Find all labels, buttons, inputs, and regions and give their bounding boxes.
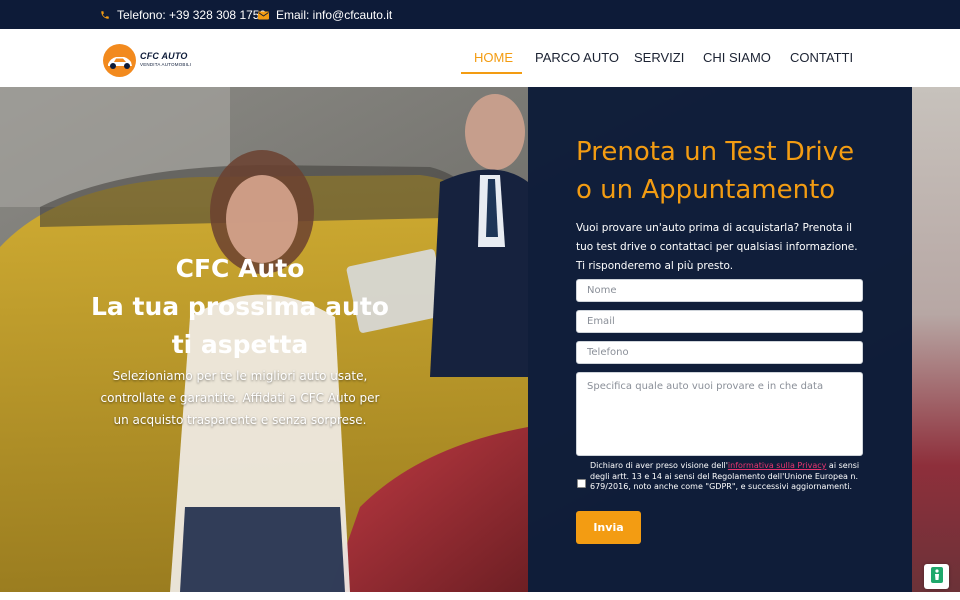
- hero-subtitle: Selezioniamo per te le migliori auto usa…: [100, 369, 380, 427]
- hero-section: CFC Auto La tua prossima auto ti aspetta…: [0, 87, 960, 592]
- logo-name: CFC AUTO: [140, 51, 188, 62]
- hero-title-line: La tua prossima auto: [91, 292, 389, 321]
- envelope-icon: [258, 11, 269, 20]
- form-title-line: Prenota un Test Drive: [576, 137, 855, 167]
- site-logo[interactable]: CFC AUTO VENDITA AUTOMOBILI: [103, 43, 193, 77]
- message-field[interactable]: [576, 372, 863, 456]
- nav-active-underline: [461, 72, 522, 74]
- topbar-phone-text: Telefono: +39 328 308 1759: [117, 8, 267, 22]
- topbar-email-text: Email: info@cfcauto.it: [276, 8, 393, 22]
- logo-tagline: VENDITA AUTOMOBILI: [140, 62, 192, 68]
- site-header: CFC AUTO VENDITA AUTOMOBILI HOME PARCO A…: [0, 29, 960, 87]
- accessibility-badge[interactable]: [924, 564, 949, 589]
- phone-icon: [100, 10, 110, 20]
- topbar-email[interactable]: Email: info@cfcauto.it: [258, 8, 392, 22]
- phone-field[interactable]: [576, 341, 863, 364]
- logo-car-emblem: [103, 43, 136, 77]
- email-field[interactable]: [576, 310, 863, 333]
- submit-button[interactable]: Invia: [576, 511, 641, 544]
- nav-item-servizi[interactable]: SERVIZI: [634, 50, 684, 65]
- hero-title-line: ti aspetta: [171, 330, 309, 359]
- hero-title: CFC Auto La tua prossima auto ti aspetta: [90, 250, 390, 364]
- privacy-consent-text: Dichiaro di aver preso visione dell'info…: [590, 461, 860, 493]
- nav-item-home[interactable]: HOME: [474, 50, 513, 65]
- accessibility-icon: [930, 566, 944, 588]
- privacy-consent-checkbox[interactable]: [577, 479, 586, 488]
- hero-title-line: CFC Auto: [175, 254, 305, 283]
- form-description: Vuoi provare un'auto prima di acquistarl…: [576, 222, 858, 272]
- form-title: Prenota un Test Drive o un Appuntamento: [576, 133, 896, 209]
- nav-item-contatti[interactable]: CONTATTI: [790, 50, 853, 65]
- page-bottom-strip: [0, 592, 960, 600]
- name-field[interactable]: [576, 279, 863, 302]
- topbar-phone[interactable]: Telefono: +39 328 308 1759: [100, 8, 266, 22]
- privacy-policy-link[interactable]: informativa sulla Privacy: [728, 461, 826, 470]
- top-contact-bar: Telefono: +39 328 308 1759 Email: info@c…: [0, 0, 960, 29]
- hero-right-photo-edge: [912, 87, 960, 592]
- nav-item-chi-siamo[interactable]: CHI SIAMO: [703, 50, 771, 65]
- form-title-line: o un Appuntamento: [576, 175, 836, 205]
- nav-item-parco-auto[interactable]: PARCO AUTO: [535, 50, 619, 65]
- consent-text-before: Dichiaro di aver preso visione dell': [590, 461, 728, 470]
